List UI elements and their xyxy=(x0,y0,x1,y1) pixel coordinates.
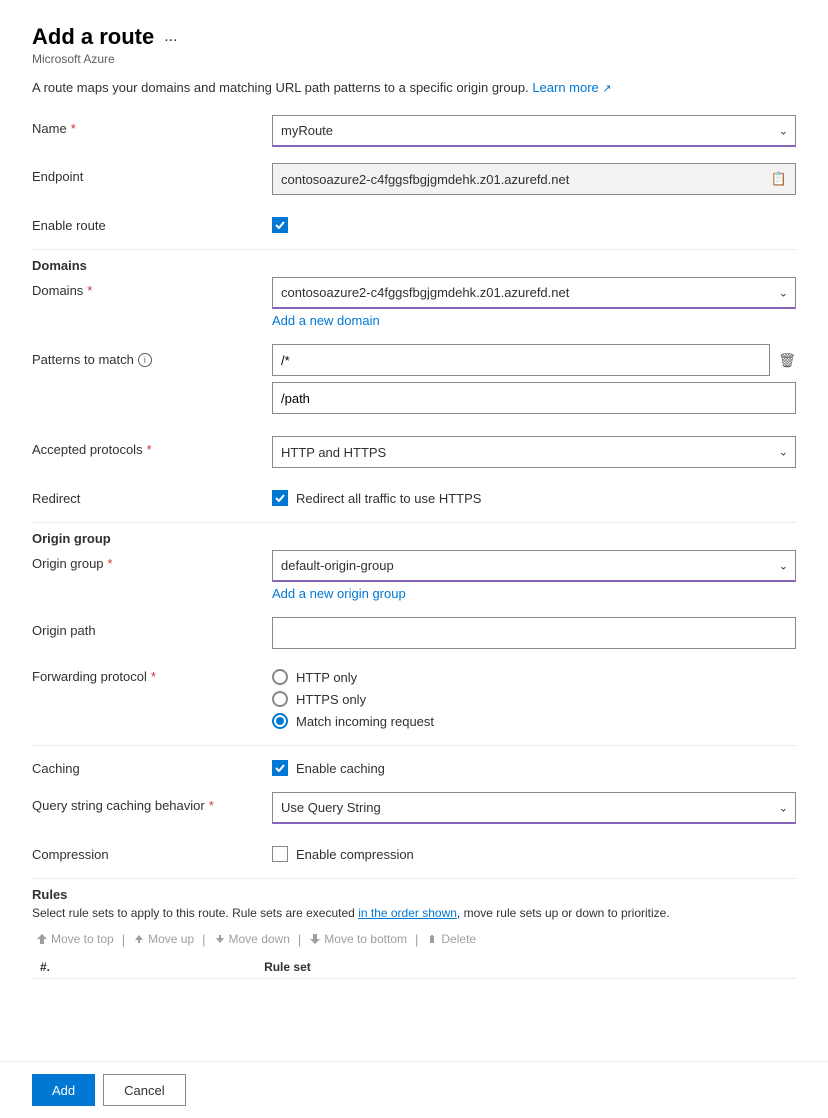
endpoint-label: Endpoint xyxy=(32,163,272,184)
cancel-button[interactable]: Cancel xyxy=(103,1074,185,1106)
pattern1-input[interactable] xyxy=(272,344,770,376)
forwarding-http-only[interactable]: HTTP only xyxy=(272,669,796,685)
query-string-select[interactable]: Use Query String xyxy=(272,792,796,824)
compression-check-icon xyxy=(272,846,288,862)
origin-path-input[interactable] xyxy=(272,617,796,649)
compression-checkbox[interactable]: Enable compression xyxy=(272,840,796,862)
caching-text: Enable caching xyxy=(296,761,385,776)
forwarding-protocol-group: HTTP only HTTPS only Match incoming requ… xyxy=(272,665,796,729)
enable-route-checkbox[interactable] xyxy=(272,211,796,233)
patterns-label: Patterns to match i xyxy=(32,344,272,367)
enable-route-label: Enable route xyxy=(32,212,272,233)
forwarding-protocol-label: Forwarding protocol * xyxy=(32,665,272,684)
redirect-text: Redirect all traffic to use HTTPS xyxy=(296,491,481,506)
origin-group-section-header: Origin group xyxy=(32,531,796,546)
add-origin-group-link[interactable]: Add a new origin group xyxy=(272,586,406,601)
match-incoming-radio-fill xyxy=(276,717,284,725)
rules-section-header: Rules xyxy=(32,887,796,902)
forwarding-https-only[interactable]: HTTPS only xyxy=(272,691,796,707)
query-string-label: Query string caching behavior * xyxy=(32,792,272,813)
match-incoming-label: Match incoming request xyxy=(296,714,434,729)
http-only-label: HTTP only xyxy=(296,670,357,685)
domains-select[interactable]: contosoazure2-c4fggsfbgjgmdehk.z01.azure… xyxy=(272,277,796,309)
caching-checkbox[interactable]: Enable caching xyxy=(272,754,796,776)
add-domain-link[interactable]: Add a new domain xyxy=(272,313,380,328)
footer-bar: Add Cancel xyxy=(0,1061,828,1118)
pattern2-input[interactable] xyxy=(272,382,796,414)
move-up-button[interactable]: Move up xyxy=(129,930,198,948)
add-button[interactable]: Add xyxy=(32,1074,95,1106)
caching-label: Caching xyxy=(32,755,272,776)
name-label: Name * xyxy=(32,115,272,136)
https-only-label: HTTPS only xyxy=(296,692,366,707)
domains-section-header: Domains xyxy=(32,258,796,273)
caching-check-icon xyxy=(272,760,288,776)
https-only-radio-icon xyxy=(272,691,288,707)
forwarding-match-incoming[interactable]: Match incoming request xyxy=(272,713,796,729)
patterns-info-icon[interactable]: i xyxy=(138,353,152,367)
name-input[interactable] xyxy=(272,115,796,147)
http-only-radio-icon xyxy=(272,669,288,685)
match-incoming-radio-icon xyxy=(272,713,288,729)
table-header-num: #. xyxy=(32,956,256,979)
move-to-top-button[interactable]: Move to top xyxy=(32,930,118,948)
compression-text: Enable compression xyxy=(296,847,414,862)
endpoint-value: contosoazure2-c4fggsfbgjgmdehk.z01.azure… xyxy=(272,163,796,195)
origin-group-label: Origin group * xyxy=(32,550,272,571)
redirect-checkbox[interactable]: Redirect all traffic to use HTTPS xyxy=(272,484,796,506)
origin-group-select[interactable]: default-origin-group xyxy=(272,550,796,582)
pattern1-delete-icon[interactable]: 🗑 xyxy=(778,352,796,369)
page-description: A route maps your domains and matching U… xyxy=(32,80,796,95)
accepted-protocols-select[interactable]: HTTP and HTTPS xyxy=(272,436,796,468)
compression-label: Compression xyxy=(32,841,272,862)
delete-button[interactable]: Delete xyxy=(422,930,480,948)
enable-route-check-icon xyxy=(272,217,288,233)
learn-more-link[interactable]: Learn more ↗ xyxy=(532,80,611,95)
accepted-protocols-label: Accepted protocols * xyxy=(32,436,272,457)
page-subtitle: Microsoft Azure xyxy=(32,52,796,66)
domains-label: Domains * xyxy=(32,277,272,298)
redirect-label: Redirect xyxy=(32,485,272,506)
table-header-ruleset: Rule set xyxy=(256,956,796,979)
move-down-button[interactable]: Move down xyxy=(210,930,294,948)
page-title: Add a route xyxy=(32,24,154,50)
ellipsis-button[interactable]: ... xyxy=(160,28,181,46)
rules-desc-link[interactable]: in the order shown xyxy=(358,906,457,920)
rules-table: #. Rule set xyxy=(32,956,796,979)
move-to-bottom-button[interactable]: Move to bottom xyxy=(305,930,411,948)
rules-description: Select rule sets to apply to this route.… xyxy=(32,906,796,920)
redirect-check-icon xyxy=(272,490,288,506)
origin-path-label: Origin path xyxy=(32,617,272,638)
rules-toolbar: Move to top | Move up | Move down | Move… xyxy=(32,930,796,948)
copy-icon[interactable]: 📋 xyxy=(771,171,787,187)
